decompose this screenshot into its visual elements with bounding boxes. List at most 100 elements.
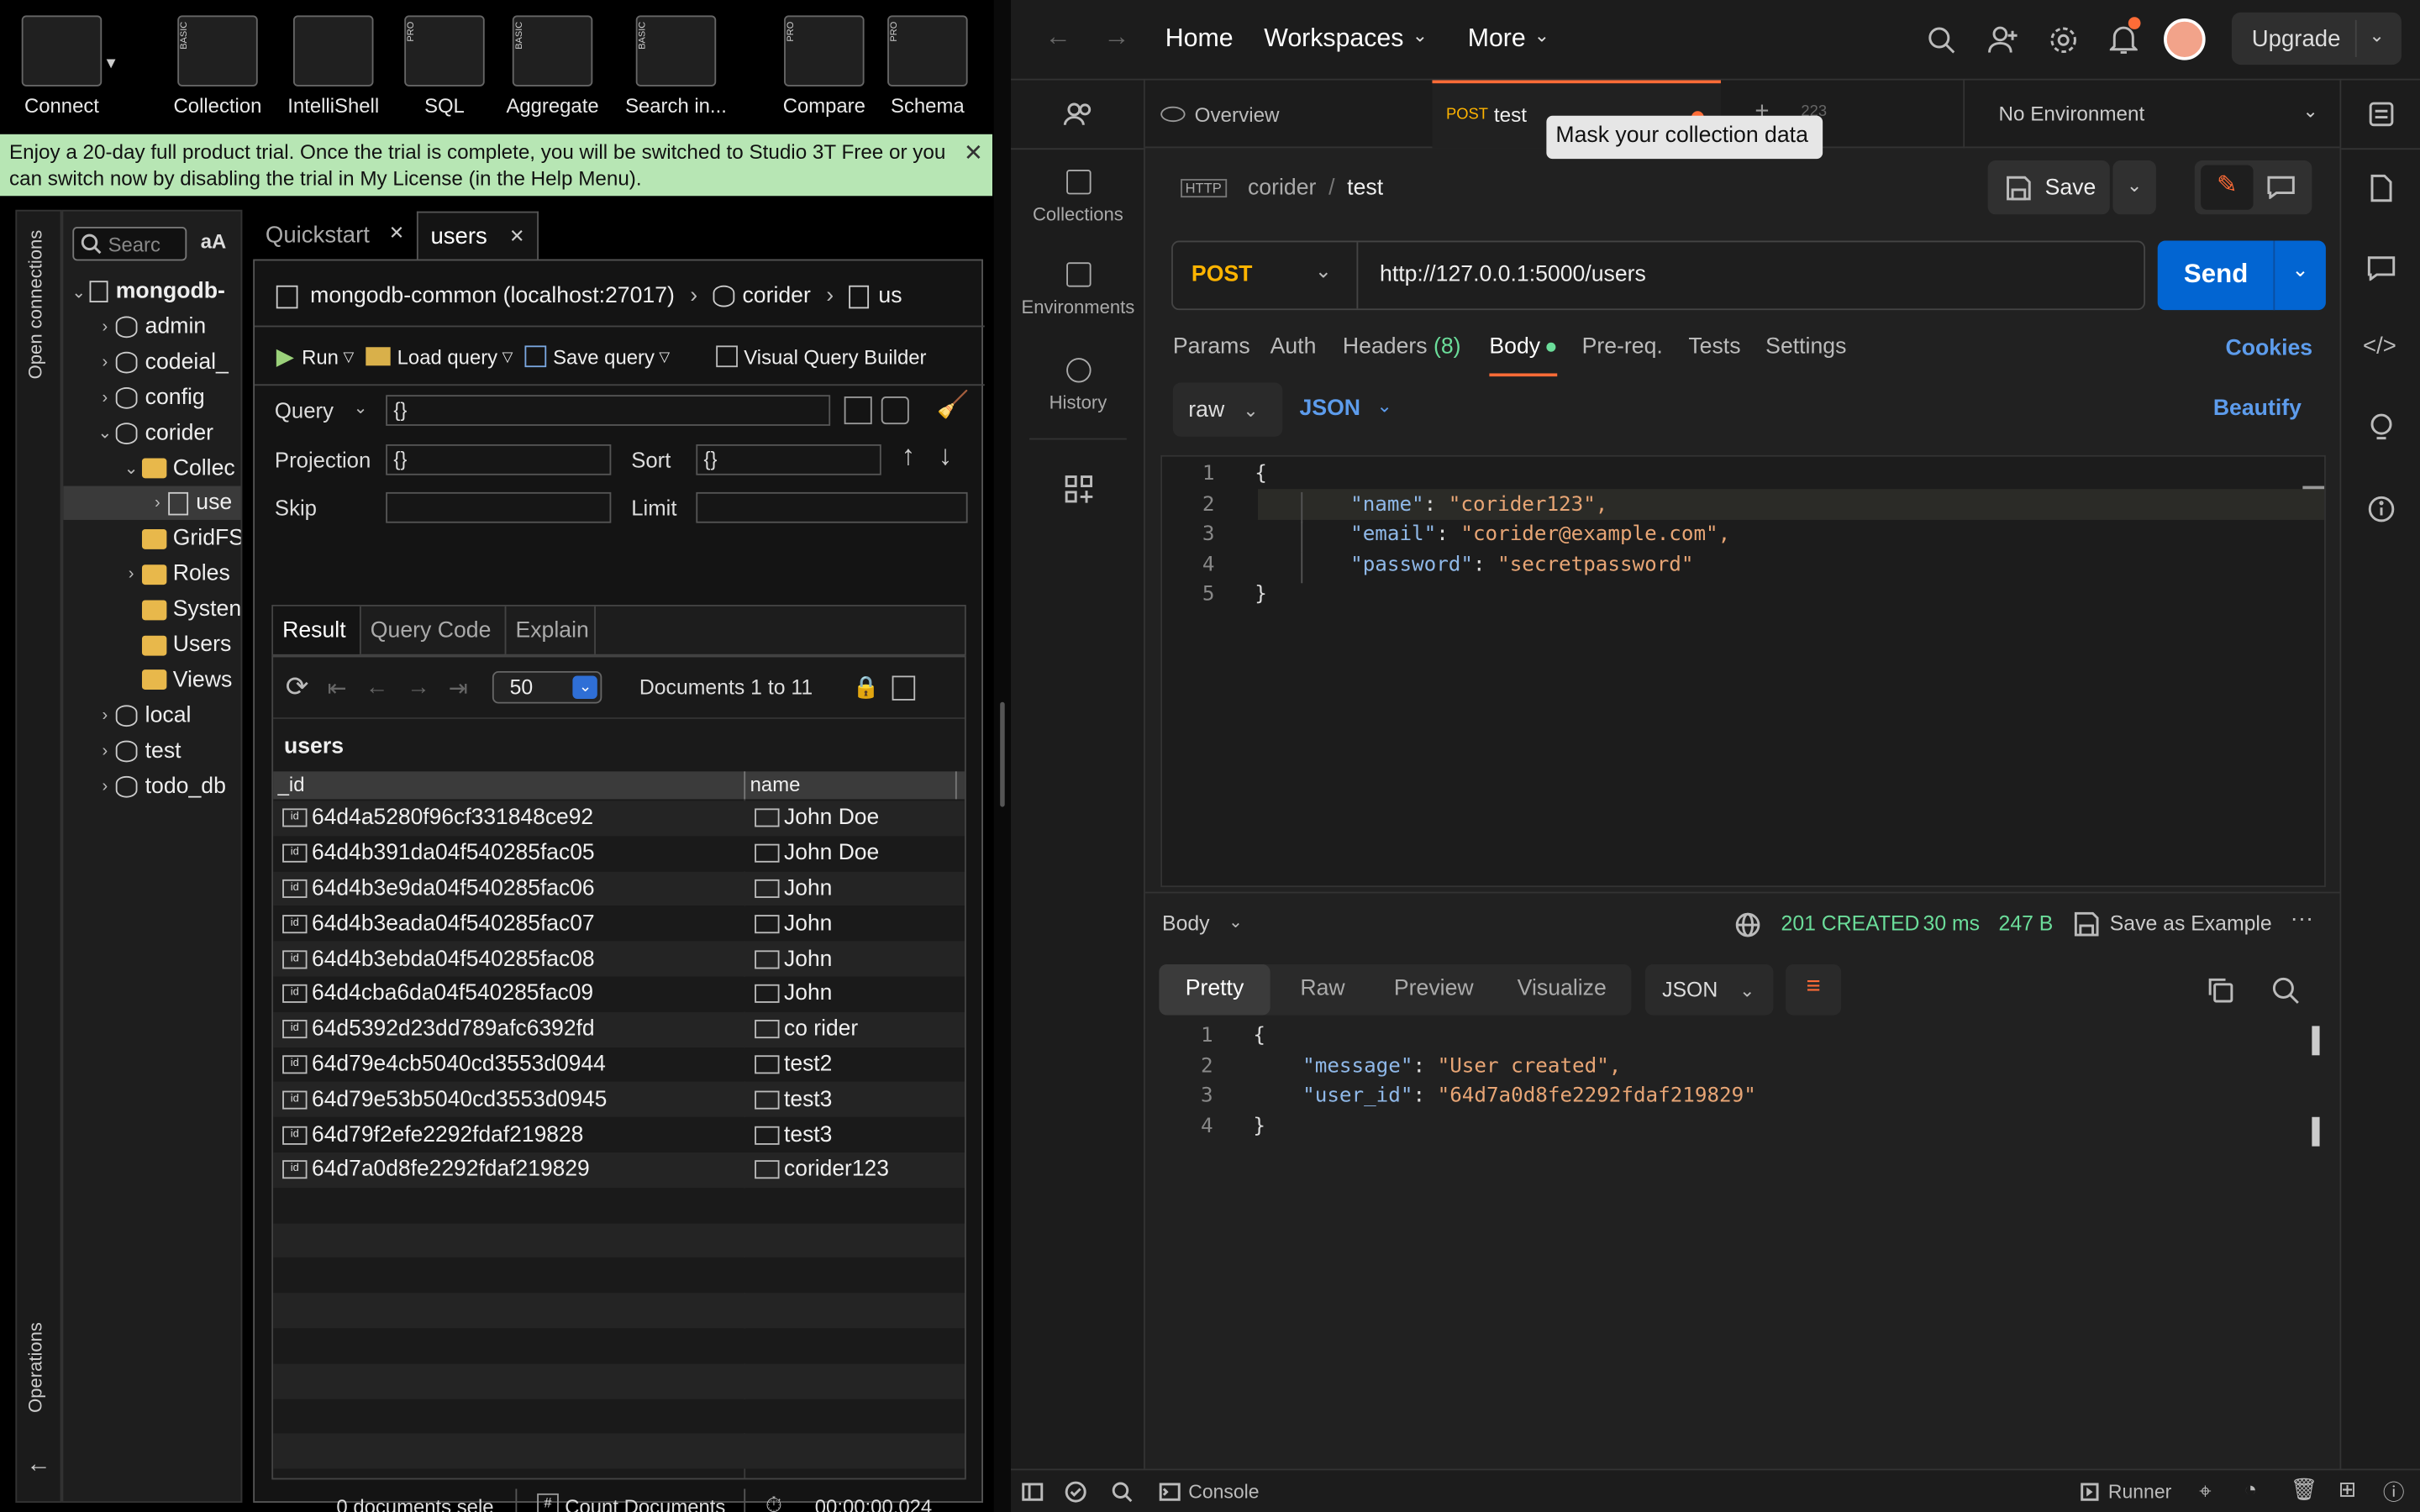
toolbar-sql-button[interactable]: PRO SQL [404, 15, 485, 118]
response-time[interactable]: 30 ms [1923, 911, 1981, 935]
environment-select[interactable]: No Environment [1999, 102, 2145, 125]
tab-tests[interactable]: Tests [1688, 335, 1740, 360]
tree-node-folder[interactable]: GridFS [63, 522, 241, 555]
cookies-link[interactable]: Cookies [2226, 336, 2313, 360]
save-options-chevron-icon[interactable]: ⌄ [2112, 160, 2156, 215]
more-options-icon[interactable]: ··· [2291, 906, 2314, 932]
toolbar-aggregate-button[interactable]: BASIC Aggregate [505, 15, 601, 118]
sidebar-item-history[interactable]: History [1011, 358, 1145, 413]
chevron-down-icon[interactable]: ⌄ [1413, 24, 1428, 46]
first-page-icon[interactable]: ⇤ [328, 674, 347, 701]
send-button[interactable]: Send ⌄ [2157, 240, 2326, 311]
table-row[interactable]: id 64d4b3ebda04f540285fac08 John [273, 941, 965, 977]
sort-asc-icon[interactable]: ↑ [902, 439, 916, 472]
response-body-viewer[interactable]: 1 {2 "message": "User created", 3 "user_id":… [1160, 1025, 2302, 1179]
body-language-select[interactable]: JSON [1300, 396, 1361, 421]
toolbar-compare-button[interactable]: PRO Compare [780, 15, 870, 118]
limit-input[interactable] [696, 491, 968, 523]
tree-node-folder[interactable]: Users [63, 628, 240, 662]
response-size[interactable]: 247 B [1999, 911, 2054, 935]
close-icon[interactable]: ✕ [964, 140, 983, 166]
online-status-icon[interactable] [1065, 1481, 1086, 1503]
upgrade-button[interactable]: Upgrade ⌄ [2231, 12, 2402, 66]
breadcrumb-db[interactable]: corider [742, 284, 810, 308]
tab-visualize[interactable]: Visualize [1492, 964, 1631, 1016]
forward-arrow-icon[interactable]: → [1103, 22, 1129, 53]
tree-node-folder[interactable]: Views [63, 664, 240, 697]
nav-home[interactable]: Home [1165, 24, 1234, 54]
tab-raw[interactable]: Raw [1270, 964, 1376, 1016]
table-row[interactable]: id 64d79e53b5040cd3553d0945 test3 [273, 1082, 965, 1118]
open-connections-tab[interactable]: Open connections [24, 230, 46, 380]
column-header[interactable]: name [750, 773, 801, 796]
split-divider[interactable] [993, 0, 1012, 1512]
breadcrumb-server[interactable]: mongodb-common (localhost:27017) [310, 284, 675, 308]
table-row[interactable]: id 64d5392d23dd789afc6392fd co rider [273, 1011, 965, 1047]
table-row[interactable]: id 64d79f2efe2292fdaf219828 test3 [273, 1117, 965, 1152]
sort-desc-icon[interactable]: ↓ [939, 439, 953, 472]
tab-prereq[interactable]: Pre-req. [1582, 335, 1663, 360]
tree-node-db[interactable]: › todo_db [63, 769, 240, 803]
sidebar-item-collections[interactable]: Collections [1011, 170, 1145, 225]
table-row[interactable]: id 64d79e4cb5040cd3553d0944 test2 [273, 1047, 965, 1083]
method-select[interactable]: POST [1192, 262, 1253, 286]
cookie-icon[interactable]: ◔ [2244, 1477, 2258, 1501]
globe-icon[interactable] [1734, 911, 1760, 937]
apps-grid-icon[interactable] [1065, 475, 1093, 503]
toggle-sidebar-icon[interactable] [1022, 1483, 1044, 1501]
tree-node-db[interactable]: › codeial_ [63, 345, 240, 379]
chevron-down-icon[interactable]: ⌄ [1315, 260, 1332, 284]
trash-icon[interactable]: 🗑 [2291, 1477, 2318, 1503]
prev-page-icon[interactable]: ← [366, 675, 389, 701]
table-row[interactable]: id 64d7a0d8fe2292fdaf219829 corider123 [273, 1152, 965, 1188]
sidebar-item-environments[interactable]: Environments [1011, 262, 1145, 318]
chevron-right-icon[interactable]: › [94, 706, 116, 725]
page-size-select[interactable]: 50 ⌄ [492, 670, 602, 704]
search-icon[interactable] [2272, 977, 2300, 1005]
tab-result[interactable]: Result [273, 606, 361, 654]
document-icon[interactable] [2369, 174, 2393, 202]
tree-search-input[interactable]: Searc [108, 232, 160, 255]
wrap-lines-icon[interactable]: ≡ [1786, 963, 1842, 1016]
breadcrumb-collection[interactable]: corider [1248, 176, 1316, 200]
match-case-toggle[interactable]: aA [201, 230, 227, 254]
nav-more[interactable]: More [1468, 24, 1526, 54]
table-row[interactable]: id 64d4a5280f96cf331848ce92 John Doe [273, 801, 965, 837]
tree-node-folder[interactable]: Systen [63, 592, 241, 626]
sort-input[interactable]: {} [696, 444, 881, 475]
column-header[interactable]: _id [278, 773, 305, 796]
chevron-right-icon[interactable]: › [94, 777, 116, 795]
response-status[interactable]: 201 CREATED [1781, 911, 1920, 935]
tree-node-db[interactable]: › config [63, 381, 240, 414]
chevron-right-icon[interactable]: › [146, 494, 168, 512]
clear-broom-icon[interactable]: 🧹 [937, 391, 970, 422]
chevron-down-icon[interactable]: ⌄ [2302, 100, 2317, 122]
tab-headers[interactable]: Headers (8) [1343, 335, 1461, 360]
add-document-icon[interactable] [892, 675, 916, 700]
breadcrumb-collection[interactable]: us [878, 284, 902, 308]
refresh-icon[interactable]: ⟳ [286, 671, 309, 704]
chevron-down-icon[interactable]: ⌄ [68, 281, 90, 302]
code-icon[interactable]: </> [2363, 333, 2396, 360]
nav-workspaces[interactable]: Workspaces [1264, 24, 1403, 54]
tree-node-db[interactable]: › test [63, 734, 240, 768]
runner-button[interactable]: Runner [2108, 1481, 2171, 1503]
edit-pencil-icon[interactable]: ✎ [2201, 165, 2254, 210]
comment-icon[interactable] [2267, 176, 2295, 199]
visual-query-builder-button[interactable]: Visual Query Builder [744, 345, 926, 369]
lightbulb-icon[interactable] [2369, 413, 2393, 444]
console-button[interactable]: Console [1188, 1481, 1259, 1503]
tab-quickstart[interactable]: Quickstart ✕ [253, 210, 417, 260]
tree-node-folder[interactable]: › Roles [63, 557, 240, 591]
response-format-select[interactable]: JSON ⌄ [1644, 963, 1774, 1016]
tree-node-db[interactable]: › local [63, 699, 240, 732]
chevron-down-icon[interactable]: ⌄ [1376, 395, 1392, 417]
chevron-down-icon[interactable]: ⌄ [94, 423, 116, 443]
table-row[interactable]: id 64d4cba6da04f540285fac09 John [273, 976, 965, 1012]
next-page-icon[interactable]: → [407, 675, 430, 701]
chevron-right-icon[interactable]: › [94, 318, 116, 336]
gear-icon[interactable] [2048, 24, 2079, 55]
count-documents-button[interactable]: Count Documents [565, 1495, 725, 1512]
chevron-down-icon[interactable]: ⌄ [1228, 911, 1243, 932]
toolbar-schema-button[interactable]: PRO Schema [887, 15, 968, 118]
